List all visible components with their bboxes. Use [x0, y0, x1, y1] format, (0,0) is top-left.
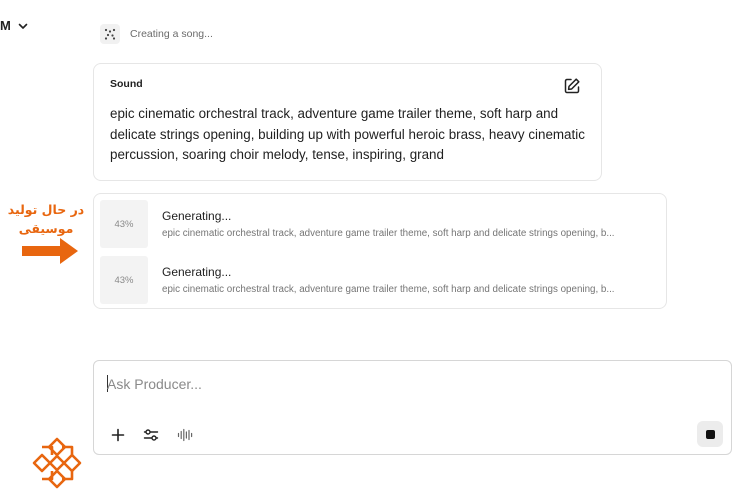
menu-label: M — [0, 18, 11, 33]
generation-title: Generating... — [162, 265, 232, 279]
voice-button[interactable] — [175, 425, 195, 445]
generation-progress: 43% — [114, 218, 134, 230]
waveform-icon — [177, 428, 193, 442]
generation-subtitle: epic cinematic orchestral track, adventu… — [162, 284, 615, 295]
add-button[interactable] — [108, 425, 128, 445]
generation-title: Generating... — [162, 209, 232, 223]
stop-square-icon — [705, 429, 715, 439]
ornament-logo — [32, 437, 82, 489]
plus-icon — [111, 428, 125, 442]
generation-subtitle: epic cinematic orchestral track, adventu… — [162, 228, 615, 239]
generation-list: 43% Generating... epic cinematic orchest… — [93, 193, 667, 309]
annotation-line-2: موسیقی — [18, 221, 74, 236]
annotation-label: در حال تولید موسیقی — [4, 200, 88, 238]
sound-description: epic cinematic orchestral track, adventu… — [110, 106, 585, 162]
settings-button[interactable] — [141, 425, 161, 445]
chevron-down-icon — [18, 23, 28, 29]
generation-item[interactable]: 43% Generating... epic cinematic orchest… — [100, 256, 656, 304]
ask-producer-input[interactable] — [107, 373, 707, 395]
generation-progress: 43% — [114, 274, 134, 286]
status-text: Creating a song... — [130, 28, 213, 40]
edit-pencil-icon — [564, 78, 580, 94]
stop-button[interactable] — [697, 421, 723, 447]
sliders-icon — [143, 429, 159, 441]
arrow-right-icon — [22, 238, 78, 264]
menu-toggle[interactable]: M — [0, 18, 29, 33]
status-row: Creating a song... — [100, 24, 213, 44]
sound-card: Sound epic cinematic orchestral track, a… — [93, 63, 602, 181]
edit-button[interactable] — [561, 75, 583, 97]
generation-item[interactable]: 43% Generating... epic cinematic orchest… — [100, 200, 656, 248]
sound-title: Sound — [110, 78, 143, 90]
composer — [93, 360, 732, 455]
dots-grid-icon — [100, 24, 120, 44]
generation-thumbnail: 43% — [100, 256, 148, 304]
generation-thumbnail: 43% — [100, 200, 148, 248]
annotation-line-1: در حال تولید — [7, 202, 85, 217]
